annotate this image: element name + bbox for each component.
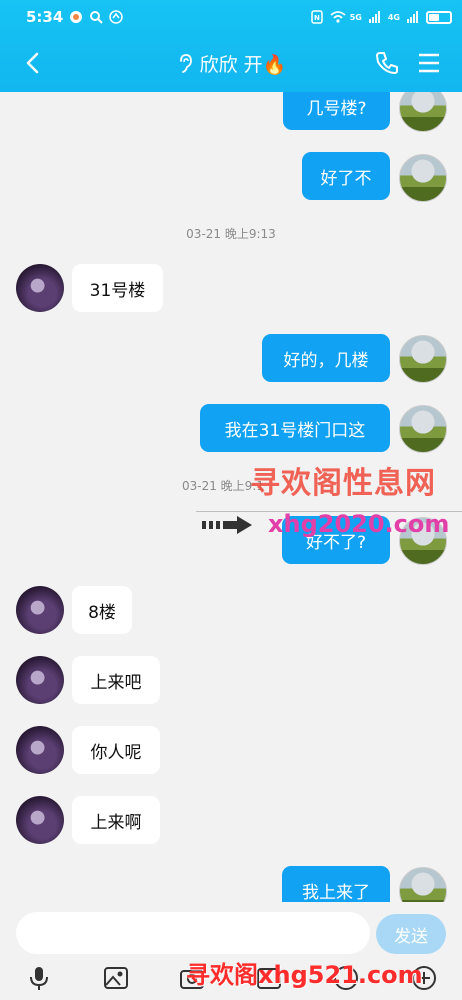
- message-bubble-received[interactable]: 8楼: [72, 586, 132, 634]
- nfc-icon: N: [310, 10, 324, 24]
- contact-avatar[interactable]: [16, 796, 64, 844]
- message-bubble-sent[interactable]: 我在31号楼门口这: [200, 404, 390, 452]
- status-bar: 5:34 N 5G 4G: [0, 0, 462, 34]
- nav-bar: 欣欣 开🔥: [0, 34, 462, 92]
- signal-label: 4G: [387, 12, 400, 22]
- ear-icon: [179, 53, 192, 73]
- hamburger-icon: [419, 53, 439, 73]
- call-button[interactable]: [374, 50, 402, 78]
- battery-icon: [426, 10, 452, 24]
- app-status-icon: [109, 10, 124, 24]
- menu-button[interactable]: [416, 50, 444, 78]
- send-button[interactable]: 发送: [376, 914, 446, 954]
- status-time: 5:34: [26, 8, 64, 26]
- message-bubble-sent[interactable]: 我上来了: [282, 866, 390, 902]
- signal-icon-1: [368, 10, 382, 24]
- search-status-icon: [89, 10, 104, 24]
- svg-text:N: N: [314, 14, 320, 22]
- wifi-icon: [330, 10, 346, 24]
- my-avatar[interactable]: [399, 867, 447, 902]
- timestamp: 03-21 晚上9:13: [186, 227, 276, 241]
- contact-avatar[interactable]: [16, 264, 64, 312]
- message-bubble-received[interactable]: 你人呢: [72, 726, 160, 774]
- contact-avatar[interactable]: [16, 586, 64, 634]
- microphone-icon[interactable]: [25, 964, 53, 992]
- my-avatar[interactable]: [399, 335, 447, 383]
- chat-header: 5:34 N 5G 4G 欣欣 开🔥: [0, 0, 462, 92]
- contact-name: 欣欣 开🔥: [199, 54, 287, 76]
- my-avatar[interactable]: [399, 92, 447, 132]
- message-bubble-sent[interactable]: 好了不: [302, 152, 390, 200]
- watermark-text: 寻欢阁性息网: [250, 466, 436, 501]
- contact-avatar[interactable]: [16, 656, 64, 704]
- watermark-arrow-icon: [202, 516, 252, 534]
- watermark-bottom: 寻欢阁xhg521.com: [186, 961, 423, 989]
- signal-icon-2: [406, 10, 420, 24]
- message-bubble-sent[interactable]: 几号楼?: [283, 92, 390, 130]
- message-bubble-received[interactable]: 31号楼: [72, 264, 163, 312]
- notification-icon: [69, 10, 83, 24]
- phone-icon: [376, 52, 398, 74]
- message-bubble-received[interactable]: 上来啊: [72, 796, 160, 844]
- message-bubble-sent[interactable]: 好的，几楼: [262, 334, 390, 382]
- my-avatar[interactable]: [399, 154, 447, 202]
- message-bubble-received[interactable]: 上来吧: [72, 656, 160, 704]
- my-avatar[interactable]: [399, 405, 447, 453]
- network-label: 5G: [349, 12, 362, 22]
- watermark-url: xhg2020.com: [268, 510, 450, 538]
- message-input[interactable]: [16, 912, 370, 954]
- contact-avatar[interactable]: [16, 726, 64, 774]
- image-icon[interactable]: [102, 964, 130, 992]
